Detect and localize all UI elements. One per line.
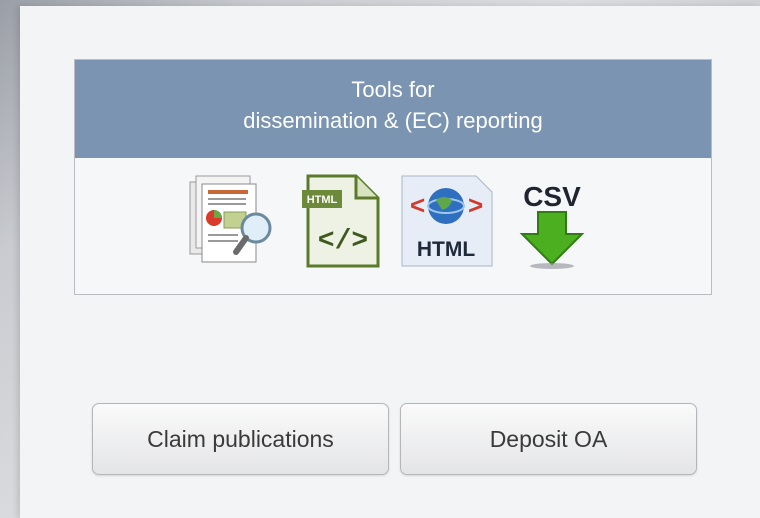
tools-title-line2: dissemination & (EC) reporting	[243, 108, 543, 133]
html-globe-text: HTML	[417, 238, 475, 261]
csv-download-icon[interactable]: CSV	[502, 170, 602, 270]
html-code-badge-text: HTML	[307, 194, 338, 206]
csv-icon-text: CSV	[523, 181, 581, 212]
tools-title-line1: Tools for	[351, 77, 435, 102]
report-preview-icon[interactable]	[184, 170, 284, 270]
html-right-bracket: >	[468, 190, 483, 220]
deposit-oa-button[interactable]: Deposit OA	[400, 403, 697, 475]
html-code-tag-text: </>	[318, 226, 368, 257]
dissemination-tools-box: Tools for dissemination & (EC) reporting	[74, 59, 712, 295]
html-globe-icon[interactable]: < > HTML	[396, 170, 496, 270]
content-panel: Tools for dissemination & (EC) reporting	[20, 6, 760, 518]
tools-header: Tools for dissemination & (EC) reporting	[75, 60, 711, 158]
tools-icons-row: HTML </> < > HTML CSV	[75, 168, 711, 272]
claim-publications-button[interactable]: Claim publications	[92, 403, 389, 475]
html-left-bracket: <	[410, 190, 425, 220]
html-code-icon[interactable]: HTML </>	[290, 170, 390, 270]
